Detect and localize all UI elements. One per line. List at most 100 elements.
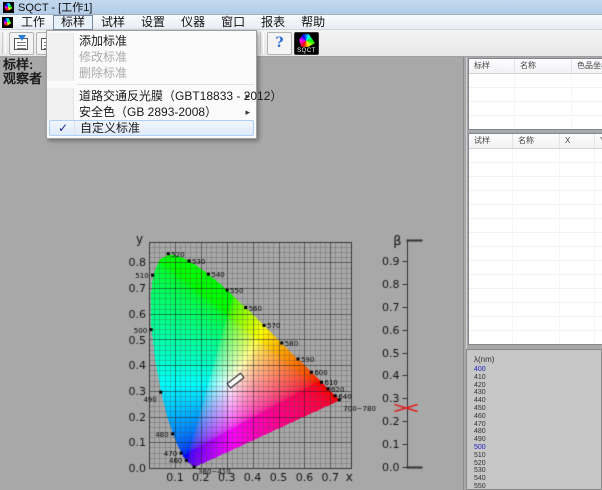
samples-table[interactable]: 试样名称XY — [468, 133, 602, 345]
table-cell — [572, 74, 602, 87]
table-row — [469, 177, 602, 191]
column-header-名称[interactable]: 名称 — [513, 134, 560, 148]
sqct-button[interactable]: SQCT — [294, 32, 319, 55]
cie-chromaticity-chart — [100, 220, 445, 490]
wavelength-item[interactable]: 550 — [474, 483, 601, 490]
column-header-Y[interactable]: Y — [595, 134, 602, 148]
table-cell — [515, 102, 572, 115]
table-row — [469, 261, 602, 275]
table-cell — [595, 331, 602, 344]
menu-工作[interactable]: 工作 — [13, 15, 53, 30]
menu-gutter — [47, 104, 74, 120]
table-cell — [560, 317, 595, 330]
standard-menu-dropdown: 添加标准修改标准删除标准道路交通反光膜（GBT18833 - 2012）▸安全色… — [46, 30, 257, 139]
wavelength-header: λ(nm) — [474, 355, 601, 364]
column-header-X[interactable]: X — [560, 134, 595, 148]
table-cell — [469, 289, 513, 302]
table-cell — [595, 149, 602, 162]
table-cell — [560, 205, 595, 218]
wavelength-item[interactable]: 530 — [474, 467, 601, 475]
samples-table-header: 试样名称XY — [469, 134, 602, 149]
menu-item-添加标准[interactable]: 添加标准 — [47, 33, 256, 49]
table-cell — [513, 219, 560, 232]
table-row — [469, 163, 602, 177]
table-row — [469, 88, 602, 102]
wavelength-list: 4004104204304404504604704804905005105205… — [467, 366, 601, 490]
menu-gutter — [47, 33, 74, 49]
observer-label: 观察者 — [3, 72, 42, 86]
table-cell — [595, 261, 602, 274]
wavelength-item[interactable]: 540 — [474, 475, 601, 483]
menu-仪器[interactable]: 仪器 — [173, 15, 213, 30]
table-cell — [572, 88, 602, 101]
menu-item-自定义标准[interactable]: ✓自定义标准 — [49, 120, 254, 136]
menu-帮助[interactable]: 帮助 — [293, 15, 333, 30]
table-row — [469, 219, 602, 233]
table-cell — [595, 191, 602, 204]
import-standard-button[interactable] — [9, 32, 34, 55]
table-cell — [595, 289, 602, 302]
table-cell — [469, 233, 513, 246]
table-cell — [560, 149, 595, 162]
table-row — [469, 102, 602, 116]
wavelength-item[interactable]: 490 — [474, 436, 601, 444]
table-cell — [560, 275, 595, 288]
table-cell — [560, 247, 595, 260]
menu-item-道路交通反光膜（GBT18833 - 2012）[interactable]: 道路交通反光膜（GBT18833 - 2012）▸ — [47, 88, 256, 104]
spectrum-panel[interactable]: λ(nm) 4004104204304404504604704804905005… — [466, 349, 602, 490]
check-icon: ✓ — [58, 121, 68, 135]
help-button[interactable]: ? — [267, 32, 292, 55]
wavelength-item[interactable]: 480 — [474, 428, 601, 436]
table-cell — [515, 74, 572, 87]
standard-label: 标样: — [3, 58, 42, 72]
wavelength-item[interactable]: 520 — [474, 460, 601, 468]
table-cell — [469, 275, 513, 288]
standards-table-header: 标样名称色品坐标 — [469, 59, 602, 74]
table-cell — [469, 205, 513, 218]
table-cell — [560, 177, 595, 190]
column-header-色品坐标[interactable]: 色品坐标 — [572, 59, 602, 73]
menu-设置[interactable]: 设置 — [133, 15, 173, 30]
chromaticity-icon — [298, 34, 316, 49]
menu-item-修改标准: 修改标准 — [47, 49, 256, 65]
table-cell — [469, 247, 513, 260]
wavelength-item[interactable]: 510 — [474, 452, 601, 460]
wavelength-item[interactable]: 500 — [474, 444, 601, 452]
menu-gutter — [47, 49, 74, 65]
wavelength-item[interactable]: 440 — [474, 397, 601, 405]
wavelength-item[interactable]: 410 — [474, 374, 601, 382]
table-cell — [560, 331, 595, 344]
menu-标样[interactable]: 标样 — [53, 15, 93, 30]
title-bar[interactable]: SQCT - [工作1] — [0, 0, 602, 15]
column-header-名称[interactable]: 名称 — [515, 59, 572, 73]
table-cell — [515, 116, 572, 129]
table-cell — [515, 88, 572, 101]
wavelength-item[interactable]: 470 — [474, 421, 601, 429]
menu-报表[interactable]: 报表 — [253, 15, 293, 30]
menu-窗口[interactable]: 窗口 — [213, 15, 253, 30]
table-cell — [469, 74, 515, 87]
wavelength-item[interactable]: 430 — [474, 389, 601, 397]
table-cell — [469, 219, 513, 232]
wavelength-item[interactable]: 420 — [474, 382, 601, 390]
table-cell — [513, 331, 560, 344]
column-header-试样[interactable]: 试样 — [469, 134, 513, 148]
table-row — [469, 331, 602, 345]
table-cell — [513, 261, 560, 274]
menu-试样[interactable]: 试样 — [93, 15, 133, 30]
column-header-标样[interactable]: 标样 — [469, 59, 515, 73]
mdi-child-icon — [2, 17, 13, 28]
table-cell — [513, 163, 560, 176]
table-cell — [469, 303, 513, 316]
submenu-arrow-icon: ▸ — [245, 104, 250, 120]
table-row — [469, 191, 602, 205]
wavelength-item[interactable]: 400 — [474, 366, 601, 374]
table-cell — [513, 177, 560, 190]
menu-item-删除标准: 删除标准 — [47, 65, 256, 81]
wavelength-item[interactable]: 460 — [474, 413, 601, 421]
table-cell — [560, 219, 595, 232]
menu-bar: 工作标样试样设置仪器窗口报表帮助 — [0, 15, 602, 30]
standards-table[interactable]: 标样名称色品坐标 — [468, 58, 602, 130]
menu-item-安全色（GB 2893-2008）[interactable]: 安全色（GB 2893-2008）▸ — [47, 104, 256, 120]
wavelength-item[interactable]: 450 — [474, 405, 601, 413]
